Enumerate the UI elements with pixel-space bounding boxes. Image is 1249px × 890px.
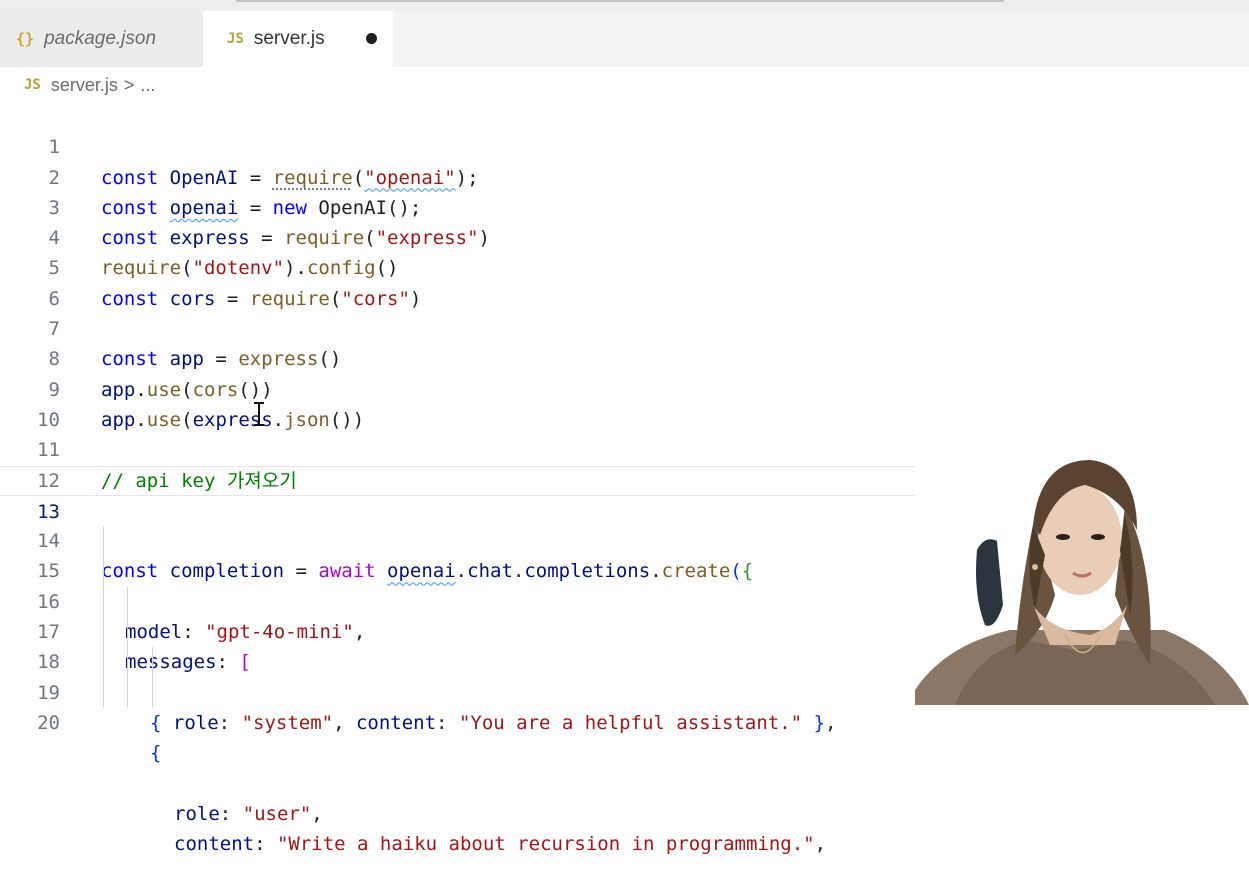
indent-guide: [127, 586, 128, 618]
code-line[interactable]: 8 app.use(cors()): [0, 314, 1249, 400]
line-number: 20: [37, 711, 60, 734]
tab-package-json[interactable]: {} package.json: [0, 11, 203, 67]
code-line[interactable]: 6: [0, 253, 1249, 310]
tab-label: server.js: [253, 28, 325, 49]
tab-label: package.json: [44, 28, 157, 49]
code-line[interactable]: 11 // api key 가져오기: [0, 405, 1249, 491]
code-text[interactable]: { role: "system", content: "You are a he…: [150, 708, 836, 738]
indent-guide: [103, 617, 104, 648]
editor-tab-bar: {} package.json JS server.js: [0, 11, 1249, 67]
window-top-strip: [0, 0, 1249, 11]
code-line[interactable]: 4 require("dotenv").config(): [0, 193, 1249, 279]
code-line[interactable]: 10: [0, 375, 1249, 431]
breadcrumb-file[interactable]: server.js: [51, 75, 118, 96]
indent-guide: [103, 556, 104, 587]
json-file-icon: {}: [16, 30, 35, 48]
js-file-icon: JS: [24, 77, 41, 93]
code-text[interactable]: role: "user",: [174, 799, 323, 829]
breadcrumb: JS server.js > ...: [24, 73, 155, 97]
code-text[interactable]: content: "Write a haiku about recursion …: [174, 829, 826, 859]
indent-guide: [103, 526, 104, 557]
indent-guide: [127, 647, 128, 678]
indent-guide: [103, 647, 104, 678]
code-text[interactable]: {: [150, 738, 161, 768]
indent-guide: [152, 647, 153, 678]
indent-guide: [152, 677, 153, 708]
unsaved-dot-icon[interactable]: [366, 33, 377, 44]
code-line[interactable]: 9 app.use(express.json()): [0, 344, 1249, 431]
indent-guide: [127, 677, 128, 708]
code-line[interactable]: 1 const OpenAI = require("openai");: [0, 102, 1249, 188]
breadcrumb-rest[interactable]: ...: [140, 75, 155, 96]
code-line[interactable]: 3 const express = require("express"): [0, 163, 1249, 249]
tab-server-js[interactable]: JS server.js: [203, 11, 393, 67]
horizontal-scrollbar[interactable]: [236, 0, 1004, 2]
indent-guide: [127, 617, 128, 648]
code-line[interactable]: 7 const app = express(): [0, 284, 1249, 370]
code-line[interactable]: 2 const openai = new OpenAI();: [0, 132, 1249, 219]
code-line[interactable]: 5 const cors = require("cors"): [0, 223, 1249, 309]
js-file-icon: JS: [227, 31, 244, 47]
text-cursor-icon: [254, 402, 264, 426]
breadcrumb-separator: >: [123, 74, 135, 95]
indent-guide: [103, 586, 104, 618]
webcam-overlay-person: [915, 455, 1249, 705]
indent-guide: [103, 677, 104, 708]
